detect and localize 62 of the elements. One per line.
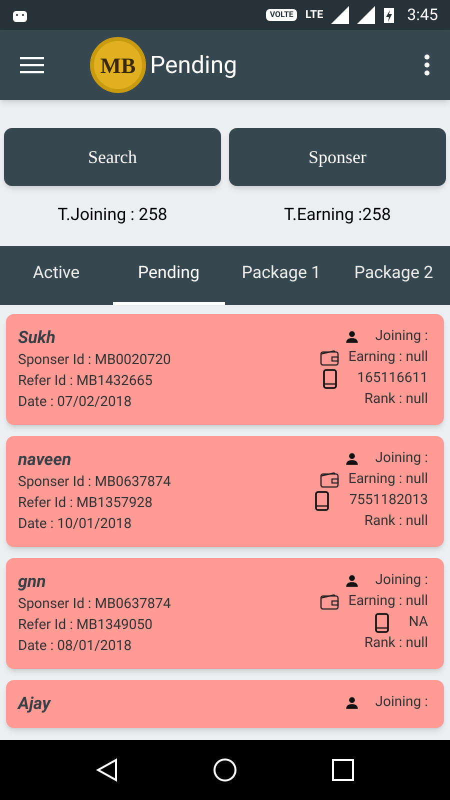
earning-amount: Earning : null bbox=[348, 348, 428, 367]
refer-id: Refer Id : MB1349050 bbox=[18, 616, 154, 635]
tab[interactable]: Package 2 bbox=[338, 246, 450, 305]
battery-charging-icon bbox=[383, 6, 396, 24]
member-name: Sukh bbox=[18, 327, 56, 350]
network-type: LTE bbox=[305, 6, 324, 23]
tab[interactable]: Active bbox=[0, 246, 112, 305]
phone-icon bbox=[315, 490, 330, 510]
phone-number: NA bbox=[408, 613, 428, 632]
total-joining: T.Joining : 258 bbox=[56, 204, 168, 228]
refer-id: Refer Id : MB1357928 bbox=[18, 494, 154, 513]
joining-amount: Joining : bbox=[375, 327, 428, 346]
sponser-id: Sponser Id : MB0637874 bbox=[18, 595, 171, 614]
search-button[interactable]: Search bbox=[4, 128, 221, 186]
total-earning: T.Earning :258 bbox=[283, 204, 392, 228]
rank: Rank : null bbox=[364, 390, 428, 409]
member-name: naveen bbox=[18, 449, 72, 472]
earning-amount: Earning : null bbox=[348, 470, 428, 489]
person-icon bbox=[345, 696, 360, 710]
person-icon bbox=[345, 452, 360, 466]
signal-icon bbox=[357, 6, 376, 24]
logo: MB bbox=[90, 37, 146, 93]
phone-icon bbox=[323, 368, 338, 388]
tab[interactable]: Package 1 bbox=[225, 246, 338, 305]
recents-icon[interactable] bbox=[332, 759, 354, 781]
back-icon[interactable] bbox=[96, 758, 118, 782]
sponser-button[interactable]: Sponser bbox=[229, 128, 446, 186]
wallet-icon bbox=[320, 350, 340, 366]
volte-badge: VOLTE bbox=[266, 9, 298, 21]
joining-amount: Joining : bbox=[375, 449, 428, 468]
person-icon bbox=[345, 330, 360, 344]
phone-number: 165116611 bbox=[357, 369, 428, 388]
android-icon bbox=[12, 8, 28, 22]
phone-icon bbox=[374, 612, 389, 632]
tab[interactable]: Pending bbox=[112, 246, 225, 305]
joining-amount: Joining : bbox=[375, 571, 428, 590]
phone-number: 7551182013 bbox=[349, 491, 428, 510]
join-date: Date : 10/01/2018 bbox=[18, 515, 133, 534]
member-name: gnn bbox=[18, 571, 47, 594]
more-options-icon[interactable] bbox=[424, 54, 430, 76]
member-card[interactable]: gnn Sponser Id : MB0637874 Refer Id : MB1349050 Date : 08/01/2018 Joining : Earning : null NA Rank : null bbox=[6, 558, 444, 669]
member-name: Ajay bbox=[18, 693, 50, 716]
home-icon[interactable] bbox=[212, 758, 237, 782]
member-card[interactable]: Ajay Joining : bbox=[6, 680, 444, 728]
rank: Rank : null bbox=[364, 634, 428, 653]
screen-title: Pending bbox=[150, 50, 238, 81]
wallet-icon bbox=[320, 594, 340, 610]
signal-icon bbox=[331, 6, 350, 24]
earning-amount: Earning : null bbox=[348, 592, 428, 611]
person-icon bbox=[345, 574, 360, 588]
joining-amount: Joining : bbox=[375, 693, 428, 712]
member-card[interactable]: naveen Sponser Id : MB0637874 Refer Id : MB1357928 Date : 10/01/2018 Joining : Earning : null 7551182013 Rank : null bbox=[6, 436, 444, 547]
refer-id: Refer Id : MB1432665 bbox=[18, 372, 154, 391]
join-date: Date : 07/02/2018 bbox=[18, 393, 133, 412]
join-date: Date : 08/01/2018 bbox=[18, 637, 133, 656]
wallet-icon bbox=[320, 472, 340, 488]
member-card[interactable]: Sukh Sponser Id : MB0020720 Refer Id : MB1432665 Date : 07/02/2018 Joining : Earning : null 165116611 Rank : null bbox=[6, 314, 444, 425]
rank: Rank : null bbox=[364, 512, 428, 531]
menu-icon[interactable] bbox=[20, 56, 44, 74]
sponser-id: Sponser Id : MB0020720 bbox=[18, 351, 171, 370]
clock: 3:45 bbox=[407, 4, 438, 26]
sponser-id: Sponser Id : MB0637874 bbox=[18, 473, 171, 492]
